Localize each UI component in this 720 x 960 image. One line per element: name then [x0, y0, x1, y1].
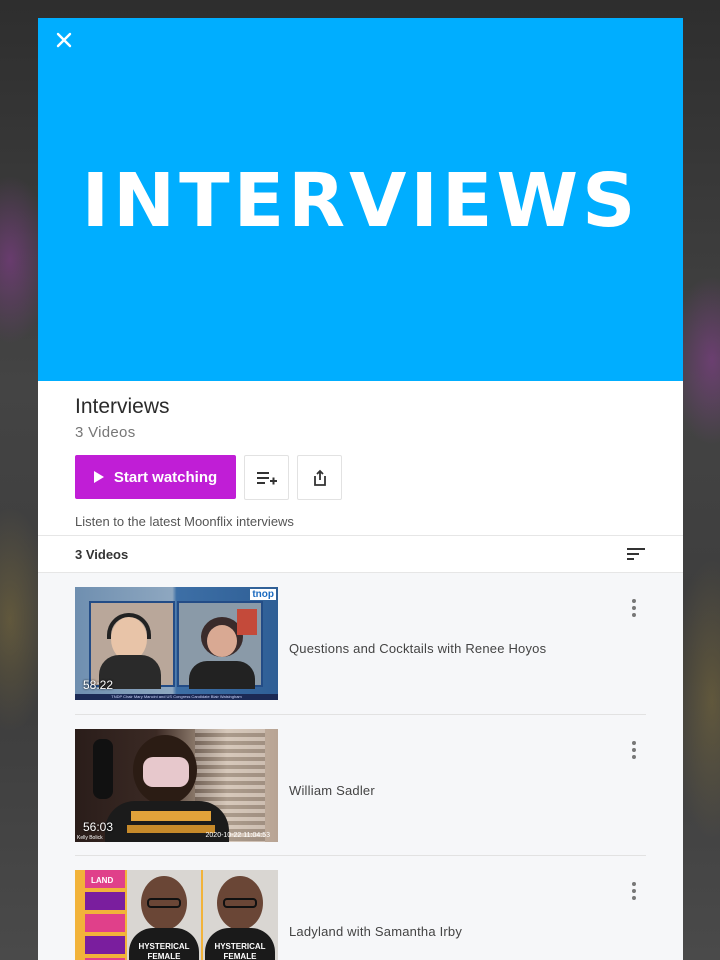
- video-title[interactable]: William Sadler: [289, 783, 375, 798]
- more-options-button[interactable]: [630, 882, 638, 900]
- more-vertical-icon: [632, 740, 636, 759]
- face-mask: [143, 756, 189, 787]
- video-list: tnop TNDP Chair Mary Mancini and US Cong…: [38, 573, 683, 960]
- video-title[interactable]: Questions and Cocktails with Renee Hoyos: [289, 641, 546, 656]
- thumbnail-left-panel: [89, 601, 175, 689]
- playlist-video-count: 3 Videos: [75, 424, 136, 441]
- channel-badge: tnop: [250, 589, 276, 600]
- shirt-text: HYSTERICAL FEMALE: [214, 942, 266, 960]
- hero-title: INTERVIEWS: [81, 157, 640, 244]
- shirt-text: HYSTERICAL FEMALE: [138, 942, 190, 960]
- video-duration: 56:03: [83, 819, 114, 834]
- video-thumbnail[interactable]: LAND HYSTERICAL FEMALE HYSTERICAL FEMALE: [75, 870, 278, 960]
- share-button[interactable]: [297, 455, 342, 500]
- video-duration: 58:22: [83, 678, 114, 692]
- close-icon: [56, 32, 72, 48]
- video-title[interactable]: Ladyland with Samantha Irby: [289, 924, 462, 939]
- video-list-item[interactable]: tnop TNDP Chair Mary Mancini and US Cong…: [75, 573, 646, 715]
- recording-timestamp: 2020-10-22 11:04:53: [205, 831, 270, 839]
- more-vertical-icon: [632, 599, 636, 617]
- add-to-queue-button[interactable]: [244, 455, 289, 500]
- microphone-shape: [93, 738, 113, 799]
- close-button[interactable]: [52, 28, 76, 52]
- playlist-actions: Start watching: [75, 455, 646, 500]
- playlist-hero-banner: INTERVIEWS: [38, 18, 683, 381]
- video-thumbnail[interactable]: 56:03 Kelly Bolick 2020-10-22 11:04:53: [75, 728, 278, 842]
- video-list-count: 3 Videos: [75, 546, 129, 562]
- start-watching-label: Start watching: [113, 468, 218, 486]
- video-thumbnail[interactable]: tnop TNDP Chair Mary Mancini and US Cong…: [75, 587, 278, 700]
- playlist-modal: INTERVIEWS Interviews 3 Videos Start wat…: [38, 18, 683, 960]
- thumbnail-right-panel: [177, 601, 263, 689]
- playlist-info: Interviews 3 Videos Start watching Liste…: [38, 381, 683, 535]
- sticker-strip: LAND: [85, 870, 125, 960]
- video-list-item[interactable]: 56:03 Kelly Bolick 2020-10-22 11:04:53 W…: [75, 715, 646, 856]
- start-watching-button[interactable]: Start watching: [75, 455, 236, 499]
- more-options-button[interactable]: [630, 740, 638, 759]
- play-icon: [93, 471, 104, 483]
- playlist-description: Listen to the latest Moonflix interviews: [75, 514, 294, 529]
- overlay-name: Kelly Bolick: [77, 834, 103, 841]
- share-icon: [313, 469, 326, 486]
- person-panel-left: HYSTERICAL FEMALE: [127, 870, 201, 960]
- person-panel-right: HYSTERICAL FEMALE: [203, 870, 278, 960]
- more-vertical-icon: [632, 882, 636, 900]
- playlist-title: Interviews: [75, 395, 170, 418]
- playlist-add-icon: [256, 471, 277, 484]
- sort-icon: [627, 548, 645, 560]
- thumbnail-caption: TNDP Chair Mary Mancini and US Congress …: [75, 694, 278, 700]
- sticker-text: LAND: [91, 876, 114, 885]
- sort-button[interactable]: [627, 547, 645, 561]
- video-list-header: 3 Videos: [38, 535, 683, 573]
- more-options-button[interactable]: [630, 599, 638, 617]
- video-list-item[interactable]: LAND HYSTERICAL FEMALE HYSTERICAL FEMALE…: [75, 856, 646, 960]
